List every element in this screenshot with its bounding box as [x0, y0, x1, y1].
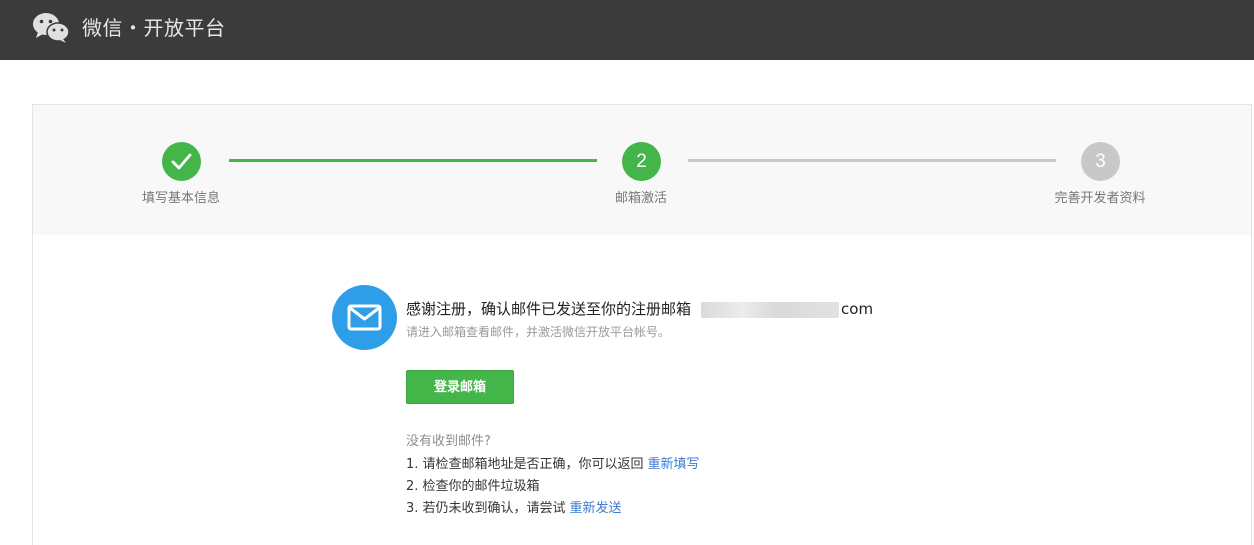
progress-steps: 2 3 填写基本信息 邮箱激活 完善开发者资料 [33, 105, 1251, 235]
confirmation-message: 感谢注册，确认邮件已发送至你的注册邮箱 com [406, 298, 873, 320]
login-mailbox-button[interactable]: 登录邮箱 [406, 370, 514, 404]
top-bar: 微信・开放平台 [0, 0, 1254, 60]
confirmation-text: 感谢注册，确认邮件已发送至你的注册邮箱 [406, 300, 692, 318]
help-item-1-text: 1. 请检查邮箱地址是否正确，你可以返回 [406, 457, 644, 472]
refill-link[interactable]: 重新填写 [648, 457, 700, 472]
registration-panel: 2 3 填写基本信息 邮箱激活 完善开发者资料 感谢注册，确认邮件已发送至你的注… [32, 104, 1252, 545]
email-suffix: com [841, 300, 874, 318]
help-item-1: 1. 请检查邮箱地址是否正确，你可以返回 重新填写 [406, 456, 700, 474]
wechat-logo-icon[interactable] [32, 12, 70, 44]
help-title: 没有收到邮件? [406, 434, 491, 449]
step-1-circle [162, 142, 201, 181]
check-icon [171, 153, 192, 170]
envelope-icon [347, 304, 382, 331]
step-connector-pending [688, 159, 1056, 162]
step-2-circle: 2 [622, 142, 661, 181]
step-3-circle: 3 [1081, 142, 1120, 181]
resend-link[interactable]: 重新发送 [570, 501, 622, 516]
step-1-label: 填写基本信息 [141, 191, 220, 206]
site-title[interactable]: 微信・开放平台 [82, 14, 226, 42]
step-3-label: 完善开发者资料 [1054, 191, 1146, 206]
confirmation-hint: 请进入邮箱查看邮件，并激活微信开放平台帐号。 [406, 325, 671, 339]
help-item-3: 3. 若仍未收到确认，请尝试 重新发送 [406, 500, 622, 518]
mail-badge [332, 285, 397, 350]
step-connector-done [229, 159, 597, 162]
step-2-label: 邮箱激活 [614, 191, 667, 206]
help-item-3-text: 3. 若仍未收到确认，请尝试 [406, 501, 566, 516]
help-item-2: 2. 检查你的邮件垃圾箱 [406, 479, 540, 494]
masked-email [701, 301, 840, 318]
